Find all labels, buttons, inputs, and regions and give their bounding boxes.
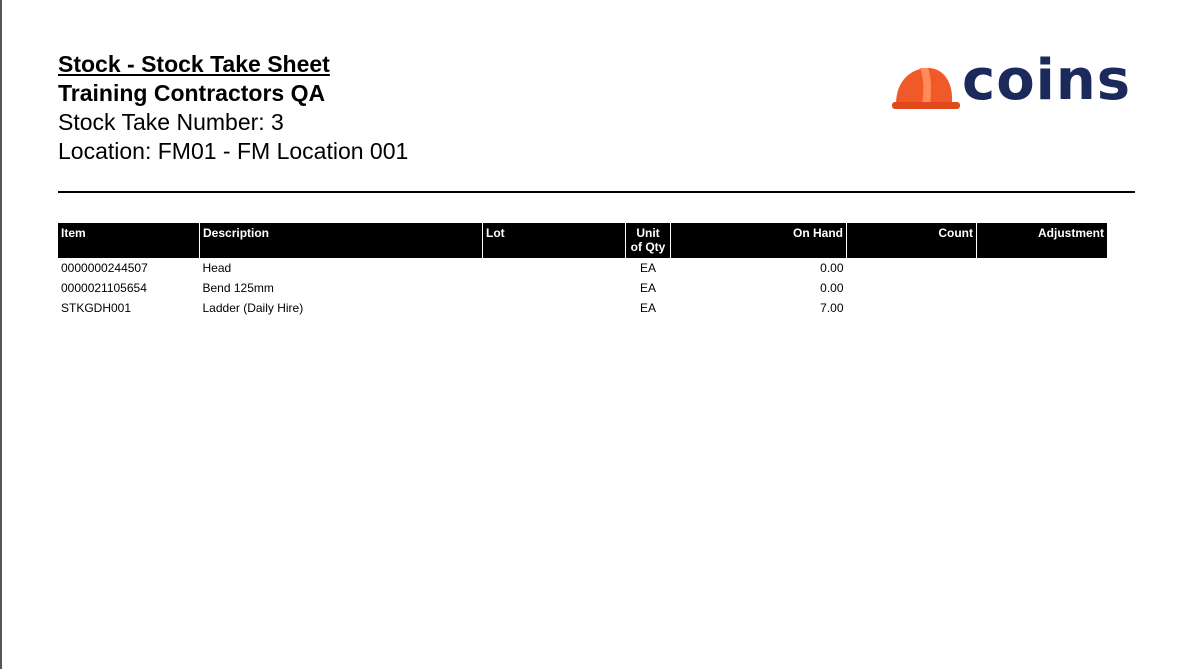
cell-count	[847, 278, 977, 298]
table-row: STKGDH001 Ladder (Daily Hire) EA 7.00	[58, 298, 1107, 318]
cell-item: STKGDH001	[61, 301, 132, 315]
cell-adjustment	[977, 258, 1108, 278]
table-row: 0000021105654 Bend 125mm EA 0.00	[58, 278, 1107, 298]
cell-item: 0000000244507	[61, 261, 148, 275]
stock-table: Item Description Lot Unit of Qty On Hand…	[58, 223, 1107, 318]
cell-item: 0000021105654	[61, 281, 147, 295]
logo-text: coins	[962, 48, 1132, 113]
report-header: Stock - Stock Take Sheet Training Contra…	[58, 50, 408, 166]
location-line: Location: FM01 - FM Location 001	[58, 138, 409, 164]
table-row: 0000000244507 Head EA 0.00	[58, 258, 1107, 278]
header-divider	[58, 191, 1135, 193]
col-description-header: Description	[199, 223, 483, 258]
coins-logo: coins	[890, 48, 1130, 113]
col-onhand-header: On Hand	[670, 223, 847, 258]
cell-onhand: 7.00	[820, 301, 844, 315]
table-header-row: Item Description Lot Unit of Qty On Hand…	[58, 223, 1107, 258]
stock-take-number: Stock Take Number: 3	[58, 109, 284, 135]
cell-description: Bend 125mm	[202, 281, 274, 295]
company-name: Training Contractors QA	[58, 80, 326, 106]
hard-hat-icon	[892, 68, 960, 109]
cell-onhand: 0.00	[820, 281, 844, 295]
cell-onhand: 0.00	[820, 261, 844, 275]
report-title: Stock - Stock Take Sheet	[58, 51, 330, 77]
col-count-header: Count	[846, 223, 977, 258]
col-unit-header: Unit of Qty	[625, 223, 671, 258]
unit-header-line1: Unit	[636, 226, 660, 240]
col-item-header: Item	[58, 223, 200, 258]
cell-lot	[483, 278, 626, 298]
cell-lot	[483, 298, 626, 318]
col-lot-header: Lot	[482, 223, 626, 258]
col-adjustment-header: Adjustment	[976, 223, 1107, 258]
unit-header-line2: of Qty	[630, 240, 666, 254]
cell-description: Ladder (Daily Hire)	[202, 301, 304, 315]
page-left-border	[0, 0, 2, 669]
cell-unit: EA	[639, 261, 656, 275]
cell-lot	[483, 258, 626, 278]
cell-adjustment	[977, 298, 1108, 318]
cell-description: Head	[202, 261, 232, 275]
cell-unit: EA	[639, 301, 656, 315]
cell-count	[847, 258, 977, 278]
cell-unit: EA	[639, 281, 656, 295]
cell-adjustment	[977, 278, 1108, 298]
cell-count	[847, 298, 977, 318]
